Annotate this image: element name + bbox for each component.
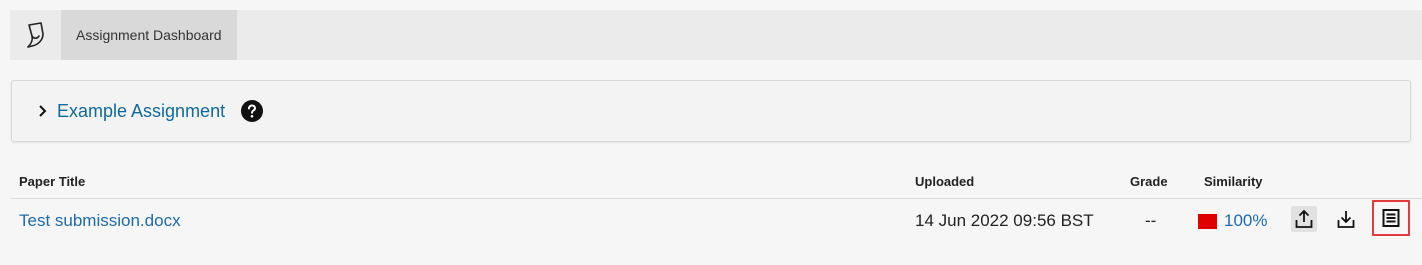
upload-button[interactable] xyxy=(1291,206,1317,232)
chevron-right-icon[interactable] xyxy=(36,104,50,118)
upload-icon xyxy=(1295,209,1313,228)
download-icon xyxy=(1337,211,1355,228)
header-paper-title: Paper Title xyxy=(19,174,86,189)
uploaded-date: 14 Jun 2022 09:56 BST xyxy=(915,211,1094,230)
report-icon xyxy=(1382,209,1400,227)
tab-label: Assignment Dashboard xyxy=(76,27,222,43)
similarity-score-link[interactable]: 100% xyxy=(1224,211,1267,231)
header-similarity: Similarity xyxy=(1204,174,1263,189)
assignment-panel: Example Assignment xyxy=(11,80,1411,142)
question-circle-icon[interactable] xyxy=(241,100,264,122)
table-row: Test submission.docx 14 Jun 2022 09:56 B… xyxy=(11,199,1422,243)
submissions-table: Paper Title Uploaded Grade Similarity Te… xyxy=(11,168,1422,243)
header-uploaded: Uploaded xyxy=(915,174,975,189)
header-grade: Grade xyxy=(1130,174,1168,189)
assignment-title-link[interactable]: Example Assignment xyxy=(57,101,225,122)
top-navigation-bar: Assignment Dashboard xyxy=(10,10,1422,60)
similarity-cell: 100% xyxy=(1198,211,1267,231)
turnitin-logo-icon[interactable] xyxy=(10,10,61,60)
tab-assignment-dashboard[interactable]: Assignment Dashboard xyxy=(61,10,237,60)
view-report-button[interactable] xyxy=(1372,200,1410,236)
grade-value: -- xyxy=(1145,211,1157,230)
similarity-color-swatch xyxy=(1198,213,1217,229)
table-header-row: Paper Title Uploaded Grade Similarity xyxy=(11,168,1422,199)
download-button[interactable] xyxy=(1333,206,1359,232)
paper-title-link[interactable]: Test submission.docx xyxy=(19,211,181,231)
